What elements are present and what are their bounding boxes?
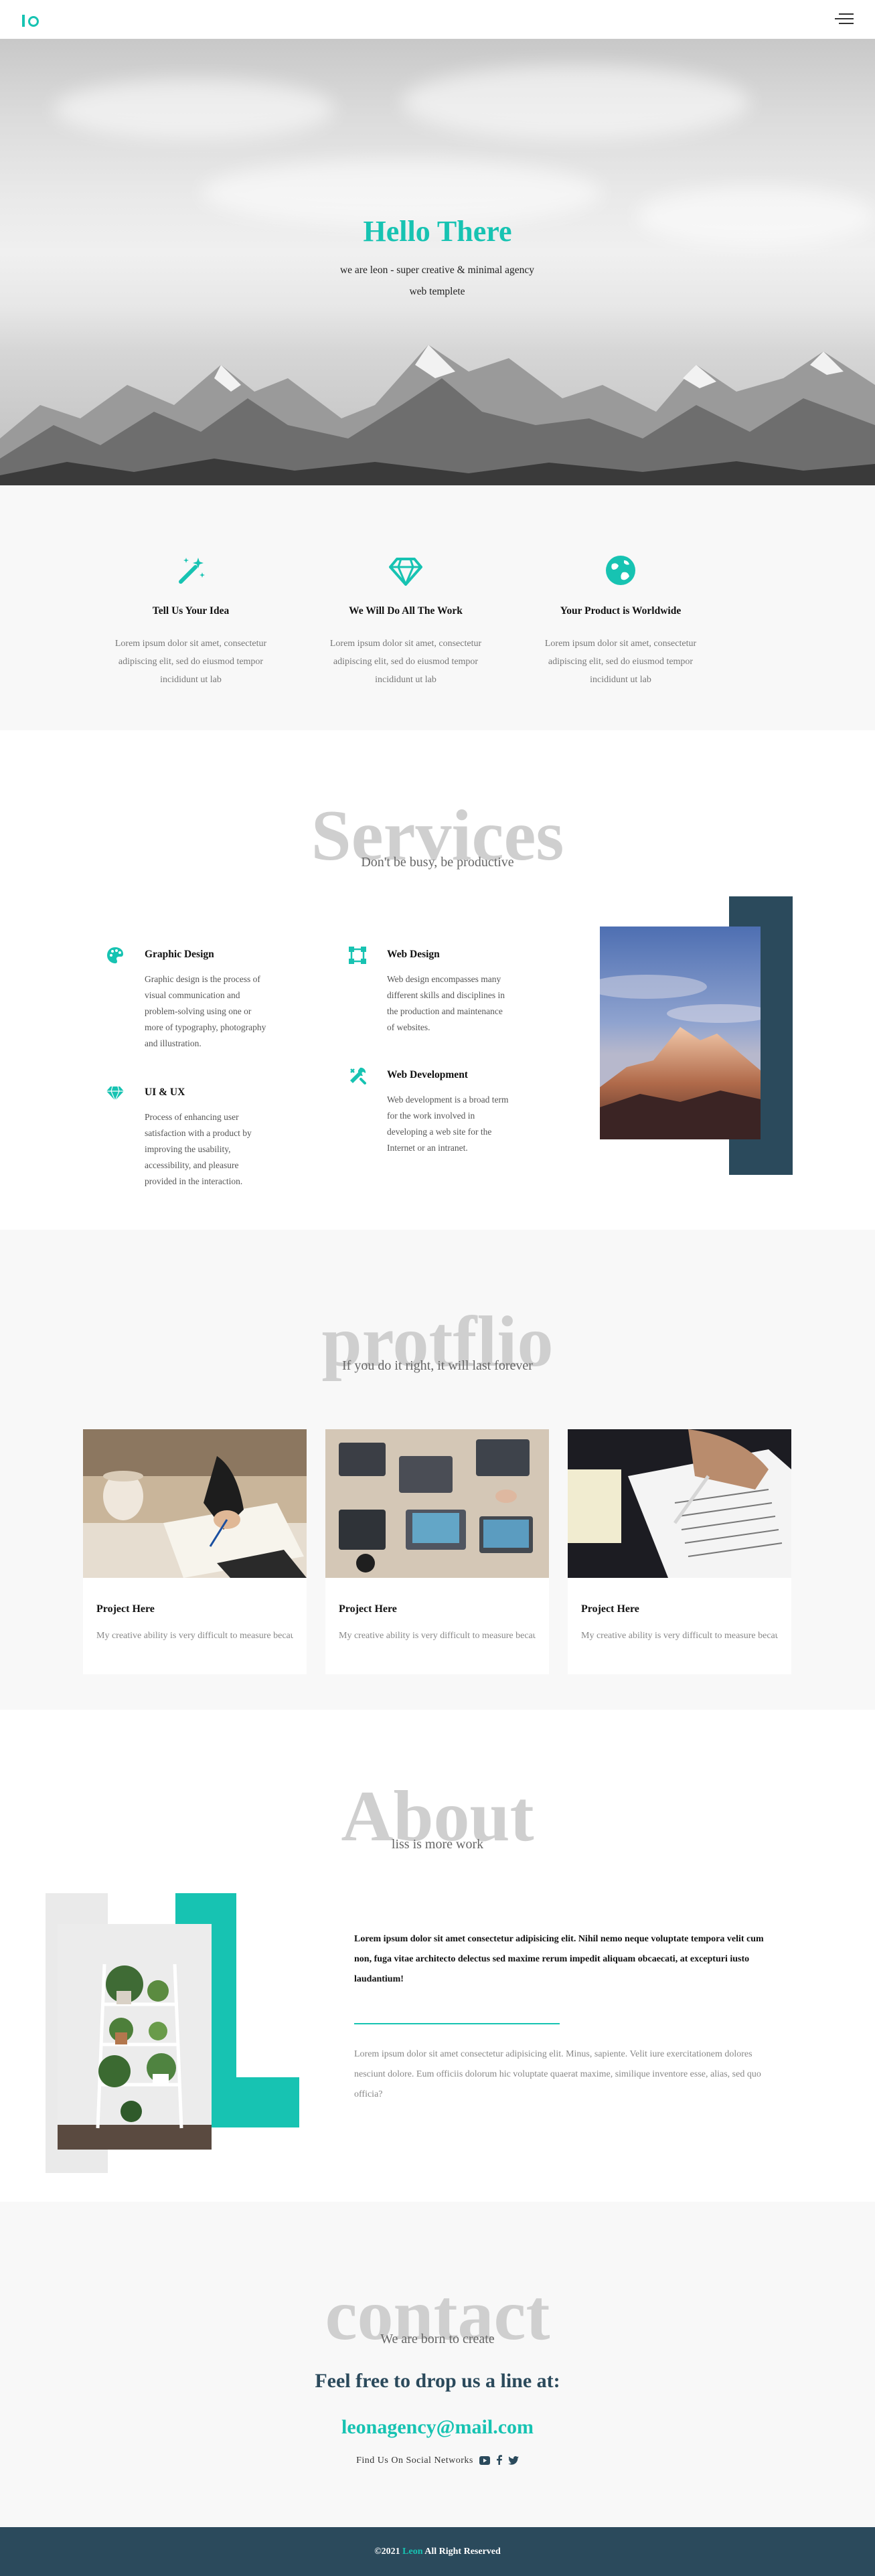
feature-text: Lorem ipsum dolor sit amet, consectetur …: [114, 639, 267, 685]
logo[interactable]: [22, 12, 39, 29]
about-lead-text: Lorem ipsum dolor sit amet consectetur a…: [354, 1934, 764, 1984]
contact-email-link[interactable]: leonagency@mail.com: [0, 2416, 875, 2439]
service-text: Graphic design is the process of visual …: [145, 974, 266, 1048]
feature-text: Lorem ipsum dolor sit amet, consectetur …: [329, 639, 482, 685]
social-label: Find Us On Social Networks: [356, 2456, 473, 2466]
feature-title: Tell Us Your Idea: [152, 605, 230, 617]
feature-item: Your Product is Worldwide Lorem ipsum do…: [540, 552, 701, 689]
vector-square-icon: [349, 947, 366, 964]
logo-bar: [22, 15, 25, 27]
service-text: Process of enhancing user satisfaction w…: [145, 1112, 252, 1186]
contact-section: contact We are born to create Feel free …: [0, 2202, 875, 2527]
feature-text: Lorem ipsum dolor sit amet, consectetur …: [544, 639, 697, 685]
service-title: UI & UX: [145, 1086, 185, 1098]
project-title: Project Here: [96, 1603, 155, 1615]
project-image: [325, 1429, 549, 1578]
hero-subtitle: we are leon - super creative & minimal a…: [339, 264, 535, 297]
portfolio-subheading: If you do it right, it will last forever: [342, 1358, 533, 1373]
hero-section: Hello There we are leon - super creative…: [0, 39, 875, 485]
divider: [354, 2023, 560, 2024]
contact-subheading: We are born to create: [380, 2332, 495, 2346]
social-links: Find Us On Social Networks: [0, 2455, 875, 2466]
project-card[interactable]: Project Here My creative ability is very…: [568, 1429, 791, 1674]
service-item: UI & UX Process of enhancing user satisf…: [106, 1084, 266, 1190]
diamond-icon: [389, 558, 422, 586]
globe-icon: [606, 556, 635, 585]
mountains-image: [0, 345, 875, 485]
service-text: Web development is a broad term for the …: [387, 1095, 509, 1153]
service-item: Web Development Web development is a bro…: [348, 1066, 509, 1156]
service-text: Web design encompasses many different sk…: [387, 974, 505, 1032]
services-section: Services Don't be busy, be productive Gr…: [0, 730, 875, 1230]
mountain-sunset-image: [600, 927, 761, 1139]
portfolio-section: protflio If you do it right, it will las…: [0, 1230, 875, 1710]
project-title: Project Here: [581, 1603, 639, 1615]
feature-item: Tell Us Your Idea Lorem ipsum dolor sit …: [110, 552, 271, 689]
project-image: [568, 1429, 791, 1578]
services-subheading: Don't be busy, be productive: [361, 855, 514, 870]
service-item: Web Design Web design encompasses many d…: [348, 946, 509, 1036]
footer: ©2021 Leon All Right Reserved: [0, 2527, 875, 2576]
project-text: My creative ability is very difficult to…: [96, 1631, 293, 1641]
facebook-icon[interactable]: [496, 2455, 502, 2465]
about-description: Lorem ipsum dolor sit amet consectetur a…: [354, 2049, 761, 2099]
navbar: [0, 0, 875, 39]
project-card[interactable]: Project Here My creative ability is very…: [325, 1429, 549, 1674]
project-card[interactable]: Project Here My creative ability is very…: [83, 1429, 307, 1674]
about-section: About liss is more work Lorem ipsum dolo…: [0, 1710, 875, 2202]
palette-icon: [107, 947, 123, 963]
twitter-icon[interactable]: [508, 2456, 519, 2465]
hero-title: Hello There: [363, 215, 512, 248]
youtube-icon[interactable]: [479, 2456, 490, 2465]
copyright-text: All Right Reserved: [424, 2547, 501, 2557]
project-text: My creative ability is very difficult to…: [339, 1631, 536, 1641]
logo-circle: [28, 16, 39, 27]
contact-line: Feel free to drop us a line at:: [315, 2370, 560, 2392]
feature-item: We Will Do All The Work Lorem ipsum dolo…: [325, 552, 486, 689]
feature-title: Your Product is Worldwide: [560, 605, 682, 617]
plant-shelf-image: [58, 1924, 212, 2150]
feature-title: We Will Do All The Work: [349, 605, 463, 617]
magic-wand-icon: [179, 558, 205, 584]
project-image: [83, 1429, 307, 1578]
copyright-year: ©2021: [374, 2547, 400, 2557]
project-text: My creative ability is very difficult to…: [581, 1631, 778, 1641]
project-title: Project Here: [339, 1603, 397, 1615]
gem-icon: [106, 1086, 124, 1102]
service-title: Graphic Design: [145, 949, 214, 960]
service-title: Web Development: [387, 1069, 468, 1080]
features-section: Tell Us Your Idea Lorem ipsum dolor sit …: [0, 485, 875, 730]
service-item: Graphic Design Graphic design is the pro…: [106, 946, 266, 1052]
footer-brand-link[interactable]: Leon: [402, 2547, 422, 2557]
hamburger-menu-icon[interactable]: [833, 12, 854, 25]
about-subheading: liss is more work: [391, 1837, 484, 1852]
service-title: Web Design: [387, 949, 440, 960]
tools-icon: [350, 1067, 366, 1084]
